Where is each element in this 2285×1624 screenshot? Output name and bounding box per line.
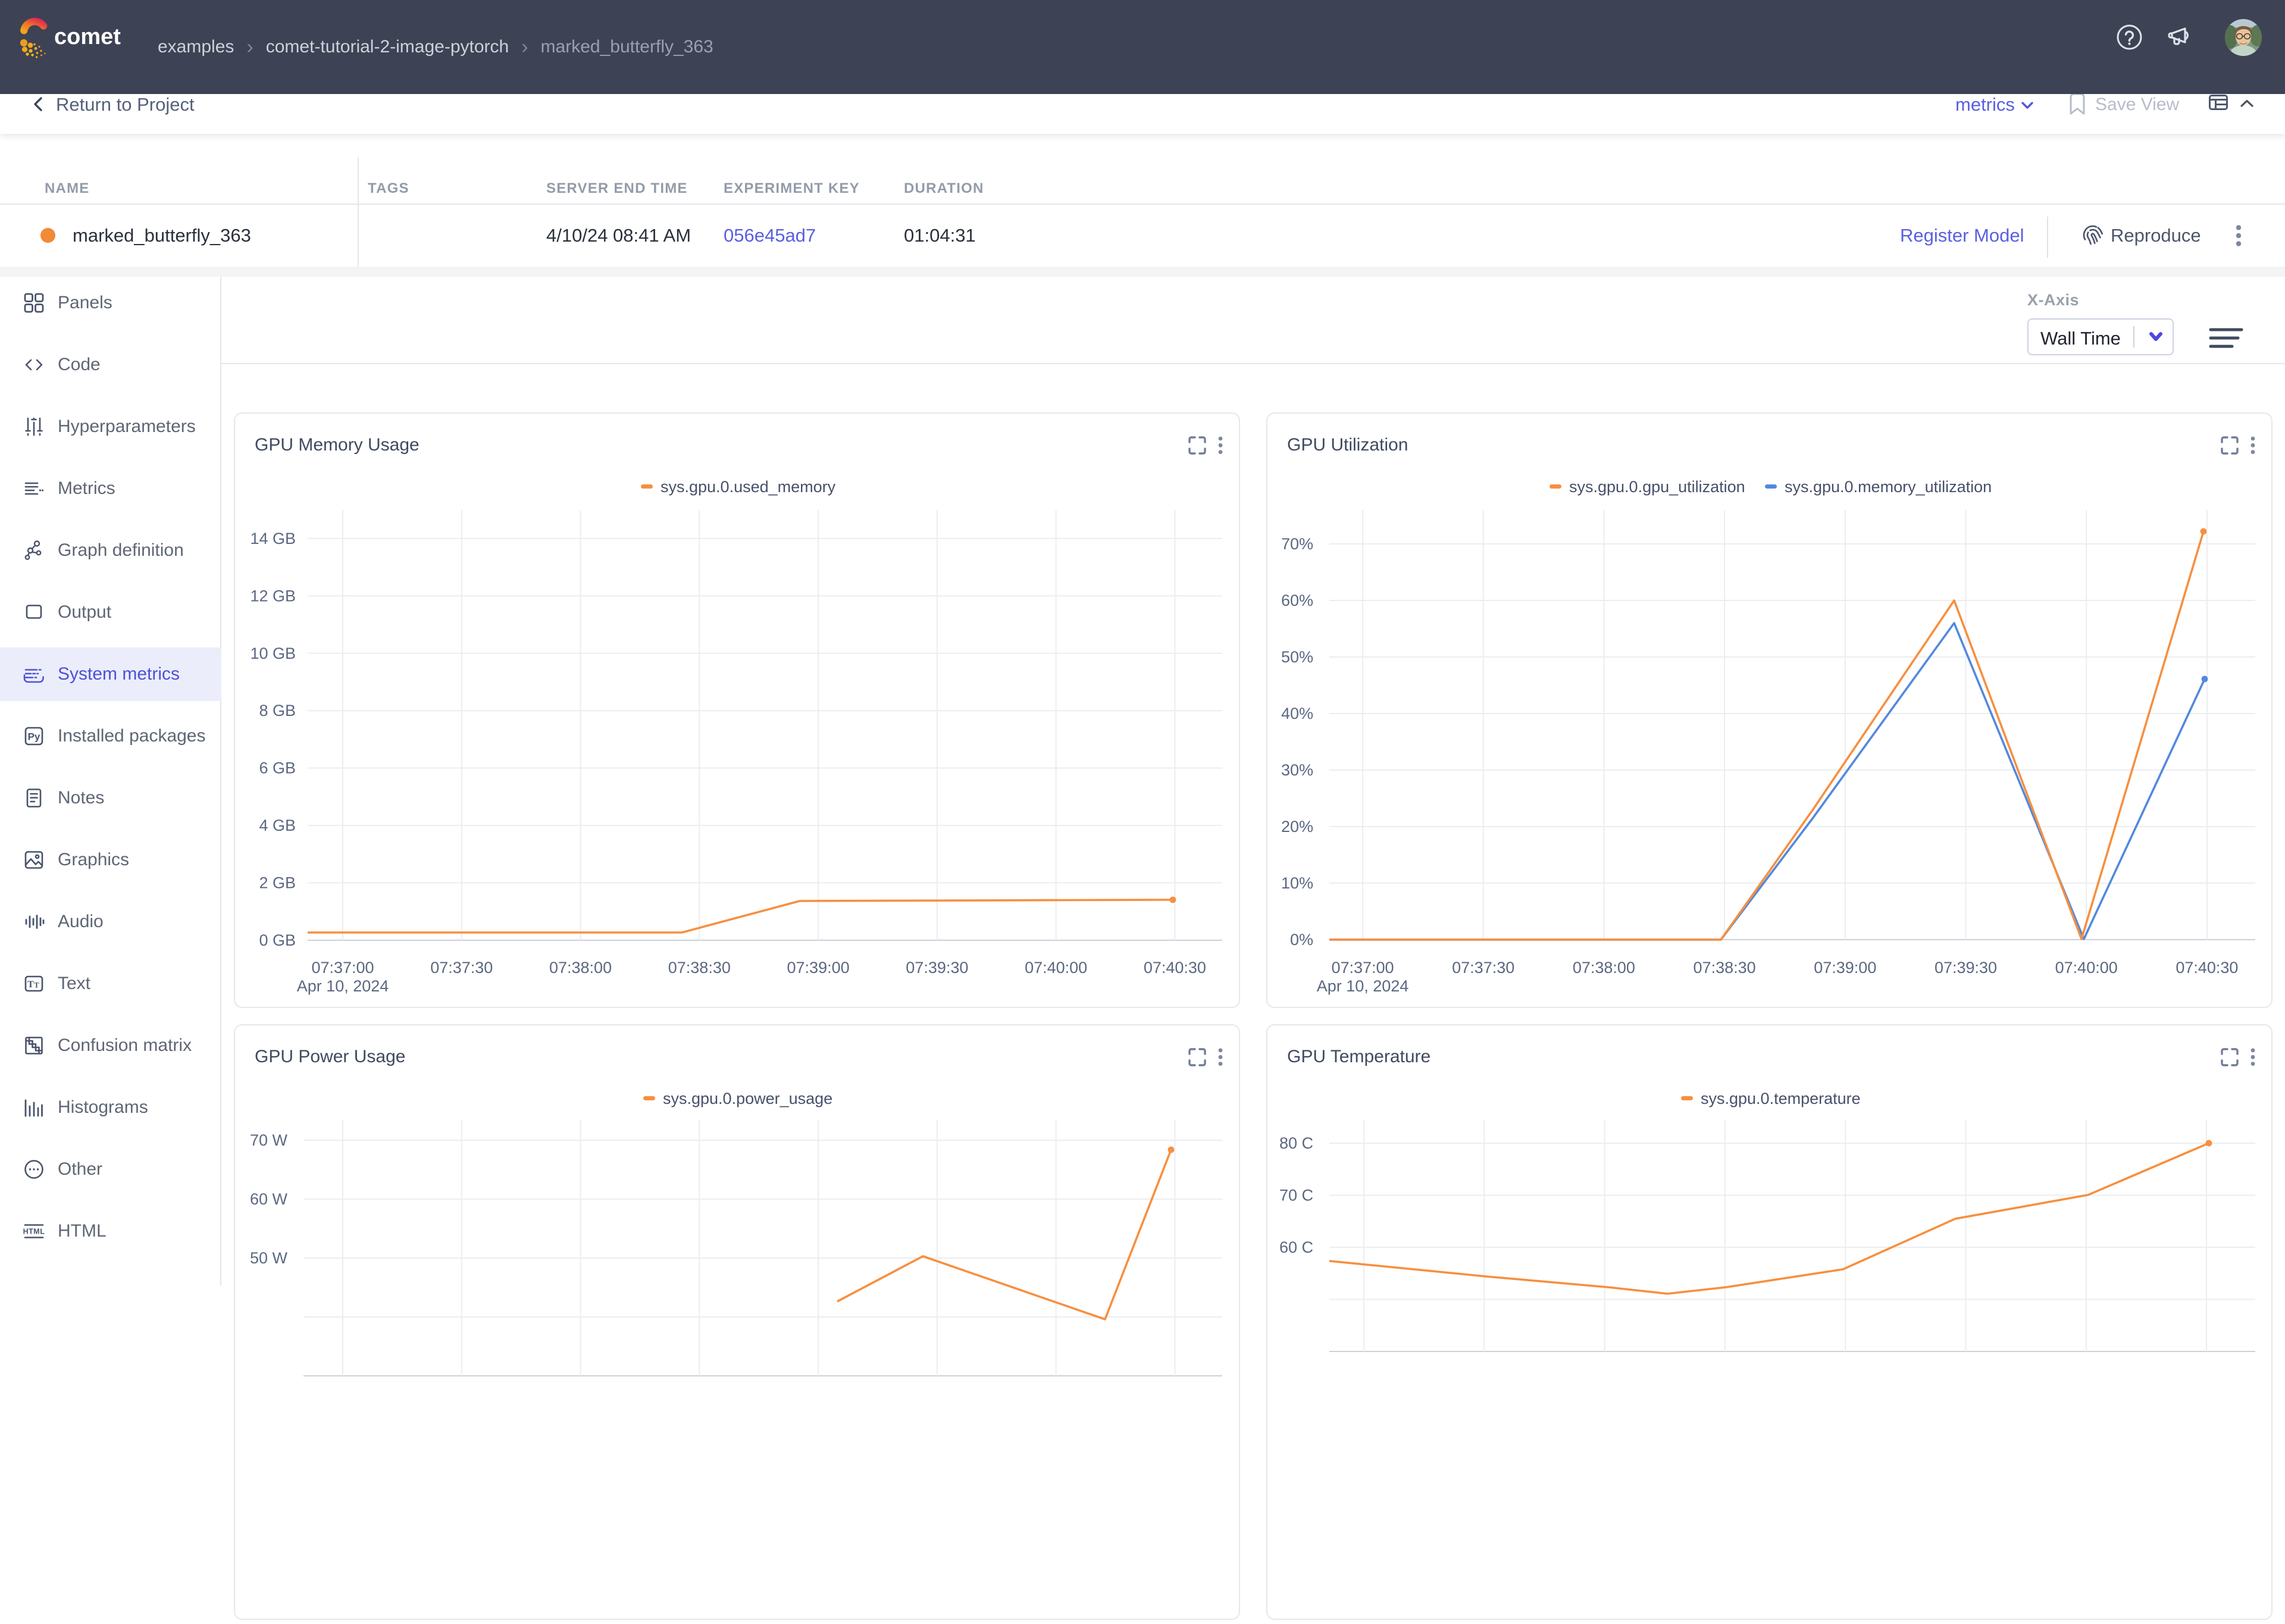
svg-text:10 GB: 10 GB [250,644,296,662]
svg-text:sys.gpu.0.power_usage: sys.gpu.0.power_usage [663,1090,832,1107]
svg-text:sys.gpu.0.used_memory: sys.gpu.0.used_memory [661,478,836,496]
svg-text:GPU Temperature: GPU Temperature [1287,1047,1431,1066]
svg-text:30%: 30% [1281,761,1313,779]
svg-text:07:39:30: 07:39:30 [906,959,968,977]
svg-text:07:38:00: 07:38:00 [1573,959,1635,977]
svg-text:0 GB: 0 GB [259,931,296,949]
svg-text:60 W: 60 W [250,1190,288,1208]
svg-text:GPU Utilization: GPU Utilization [1287,435,1408,455]
svg-text:14 GB: 14 GB [250,530,296,547]
svg-text:60 C: 60 C [1279,1238,1313,1256]
svg-text:0%: 0% [1290,931,1313,949]
svg-text:07:40:00: 07:40:00 [1025,959,1087,977]
svg-text:6 GB: 6 GB [259,759,296,777]
svg-text:sys.gpu.0.gpu_utilization: sys.gpu.0.gpu_utilization [1569,478,1745,496]
svg-text:70%: 70% [1281,535,1313,553]
svg-text:Py: Py [28,731,40,743]
svg-text:sys.gpu.0.temperature: sys.gpu.0.temperature [1701,1090,1861,1107]
svg-text:07:39:00: 07:39:00 [787,959,850,977]
svg-text:60%: 60% [1281,592,1313,609]
svg-text:Apr 10, 2024: Apr 10, 2024 [1317,977,1409,995]
svg-text:07:38:00: 07:38:00 [549,959,612,977]
svg-text:GPU Memory Usage: GPU Memory Usage [255,435,420,455]
svg-text:50 W: 50 W [250,1249,288,1267]
svg-text:70 C: 70 C [1279,1187,1313,1204]
svg-text:HTML: HTML [23,1228,45,1236]
svg-text:07:40:00: 07:40:00 [2055,959,2118,977]
svg-text:Apr 10, 2024: Apr 10, 2024 [297,977,389,995]
svg-text:T: T [34,981,39,990]
svg-text:07:39:30: 07:39:30 [1935,959,1997,977]
svg-text:sys.gpu.0.memory_utilization: sys.gpu.0.memory_utilization [1785,478,1992,496]
svg-text:07:37:00: 07:37:00 [1331,959,1394,977]
svg-text:07:40:30: 07:40:30 [2176,959,2238,977]
svg-text:07:39:00: 07:39:00 [1814,959,1876,977]
svg-text:07:37:30: 07:37:30 [1452,959,1514,977]
svg-text:07:37:30: 07:37:30 [430,959,493,977]
svg-text:GPU Power Usage: GPU Power Usage [255,1047,405,1066]
svg-text:4 GB: 4 GB [259,816,296,834]
svg-text:07:38:30: 07:38:30 [668,959,731,977]
svg-text:20%: 20% [1281,818,1313,836]
svg-text:50%: 50% [1281,648,1313,666]
svg-text:07:37:00: 07:37:00 [311,959,374,977]
svg-text:40%: 40% [1281,705,1313,722]
svg-text:T: T [27,980,34,990]
svg-text:2 GB: 2 GB [259,874,296,892]
svg-text:12 GB: 12 GB [250,587,296,605]
svg-text:70 W: 70 W [250,1131,288,1149]
svg-text:80 C: 80 C [1279,1134,1313,1152]
svg-text:07:38:30: 07:38:30 [1694,959,1756,977]
svg-text:8 GB: 8 GB [259,702,296,719]
svg-text:07:40:30: 07:40:30 [1144,959,1206,977]
svg-text:10%: 10% [1281,874,1313,892]
